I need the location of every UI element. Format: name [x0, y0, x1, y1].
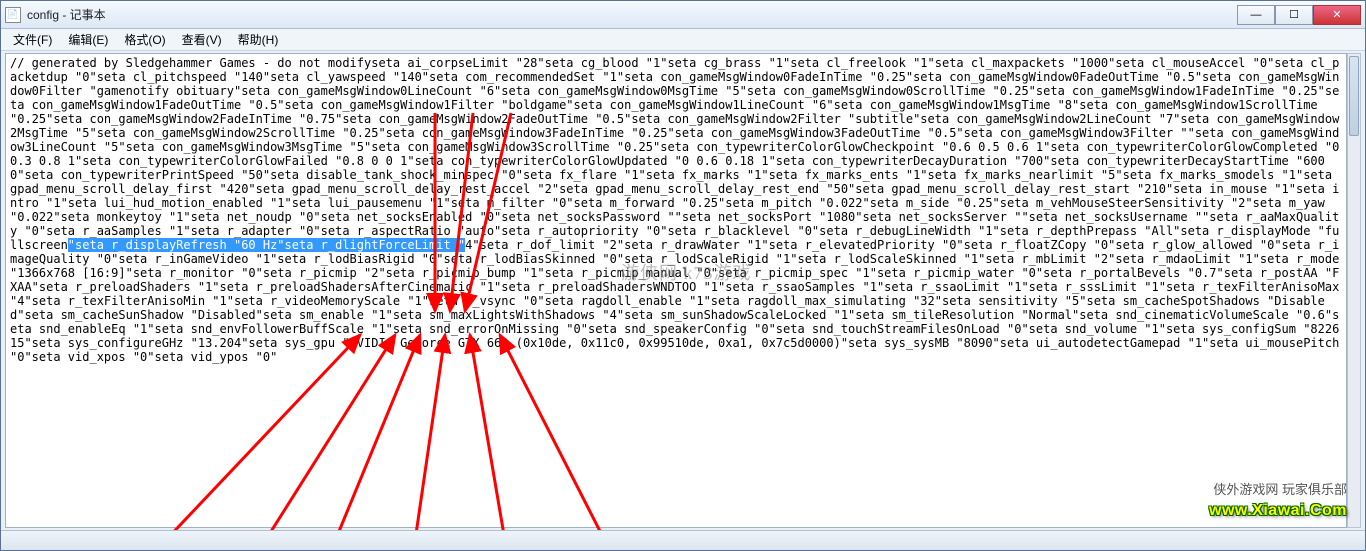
- menu-file[interactable]: 文件(F): [7, 29, 58, 50]
- scrollbar-thumb[interactable]: [1349, 56, 1359, 136]
- window-controls: — ☐ ✕: [1237, 5, 1361, 25]
- vertical-scrollbar[interactable]: [1347, 53, 1361, 528]
- notepad-window: 📄 config - 记事本 — ☐ ✕ 文件(F) 编辑(E) 格式(O) 查…: [0, 0, 1366, 551]
- menu-format[interactable]: 格式(O): [118, 29, 171, 50]
- statusbar: [1, 530, 1365, 550]
- watermark-label: 侠外游戏网 玩家俱乐部: [1213, 479, 1347, 498]
- watermark-center: 游侠网 k73游戏: [621, 259, 752, 285]
- app-icon: 📄: [5, 7, 21, 23]
- menu-edit[interactable]: 编辑(E): [62, 29, 114, 50]
- titlebar[interactable]: 📄 config - 记事本 — ☐ ✕: [1, 1, 1365, 29]
- menu-help[interactable]: 帮助(H): [232, 29, 285, 50]
- menu-view[interactable]: 查看(V): [176, 29, 228, 50]
- close-button[interactable]: ✕: [1313, 5, 1361, 25]
- minimize-button[interactable]: —: [1237, 5, 1275, 25]
- window-title: config - 记事本: [27, 6, 1237, 23]
- maximize-button[interactable]: ☐: [1275, 5, 1313, 25]
- text-area[interactable]: // generated by Sledgehammer Games - do …: [5, 53, 1347, 528]
- watermark-site: www.Xiawai.Com: [1209, 502, 1347, 520]
- text-selection: "seta r_displayRefresh "60 Hz"seta r_dli…: [68, 238, 465, 252]
- menubar: 文件(F) 编辑(E) 格式(O) 查看(V) 帮助(H): [1, 29, 1365, 51]
